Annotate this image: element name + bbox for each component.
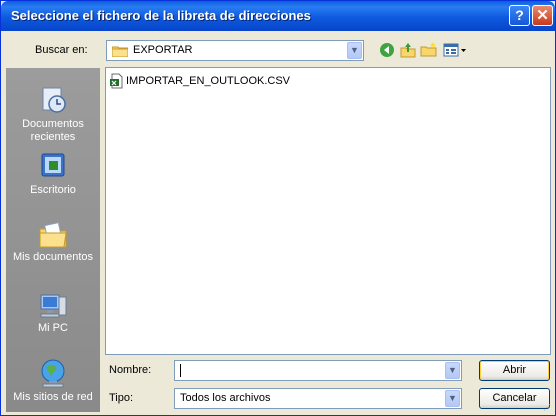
- filetype-value: Todos los archivos: [180, 392, 271, 404]
- file-name: IMPORTAR_EN_OUTLOOK.CSV: [126, 75, 291, 87]
- filename-combo[interactable]: ▼: [174, 360, 462, 381]
- resize-grip-icon[interactable]: ⋰: [543, 403, 553, 413]
- new-folder-icon[interactable]: [419, 40, 439, 60]
- chevron-down-icon: ▼: [448, 365, 457, 375]
- desktop-icon: [41, 153, 65, 177]
- places-bar: Documentos recientes Escritorio Mis docu…: [6, 68, 100, 412]
- chevron-down-icon: ▼: [350, 45, 359, 55]
- recent-documents-icon: [42, 87, 66, 113]
- cancel-button[interactable]: Cancelar: [479, 388, 550, 409]
- up-folder-icon[interactable]: [398, 40, 418, 60]
- filetype-label: Tipo:: [109, 392, 134, 404]
- place-label: Documentos recientes: [22, 118, 84, 143]
- help-button[interactable]: ?: [509, 5, 530, 26]
- text-caret: [180, 364, 181, 377]
- filename-label: Nombre:: [109, 364, 152, 376]
- window-title: Seleccione el fichero de la libreta de d…: [11, 8, 311, 23]
- csv-file-icon: [110, 73, 123, 89]
- network-places-icon: [41, 359, 65, 388]
- file-open-dialog: Seleccione el fichero de la libreta de d…: [0, 0, 556, 416]
- lookin-combo[interactable]: EXPORTAR ▼: [106, 40, 364, 61]
- lookin-label: Buscar en:: [35, 44, 88, 56]
- title-bar[interactable]: Seleccione el fichero de la libreta de d…: [1, 1, 555, 31]
- chevron-down-icon: ▼: [448, 393, 457, 403]
- my-computer-icon: [40, 294, 67, 318]
- view-menu-icon[interactable]: [442, 40, 468, 60]
- place-label: Mis sitios de red: [13, 391, 93, 403]
- back-icon[interactable]: [377, 40, 397, 60]
- lookin-value: EXPORTAR: [133, 44, 193, 56]
- filename-input[interactable]: [177, 363, 439, 377]
- filename-dropdown-button[interactable]: ▼: [445, 362, 460, 379]
- file-list[interactable]: IMPORTAR_EN_OUTLOOK.CSV: [105, 67, 551, 355]
- place-label: Mi PC: [38, 322, 68, 334]
- my-documents-icon: [39, 222, 67, 248]
- open-button[interactable]: Abrir: [479, 360, 550, 381]
- place-label: Mis documentos: [12, 251, 94, 263]
- folder-icon: [112, 46, 128, 57]
- close-button[interactable]: ✕: [532, 5, 553, 26]
- filetype-combo[interactable]: Todos los archivos ▼: [174, 388, 462, 409]
- lookin-dropdown-button[interactable]: ▼: [347, 42, 362, 59]
- place-label: Escritorio: [30, 184, 76, 196]
- filetype-dropdown-button[interactable]: ▼: [445, 390, 460, 407]
